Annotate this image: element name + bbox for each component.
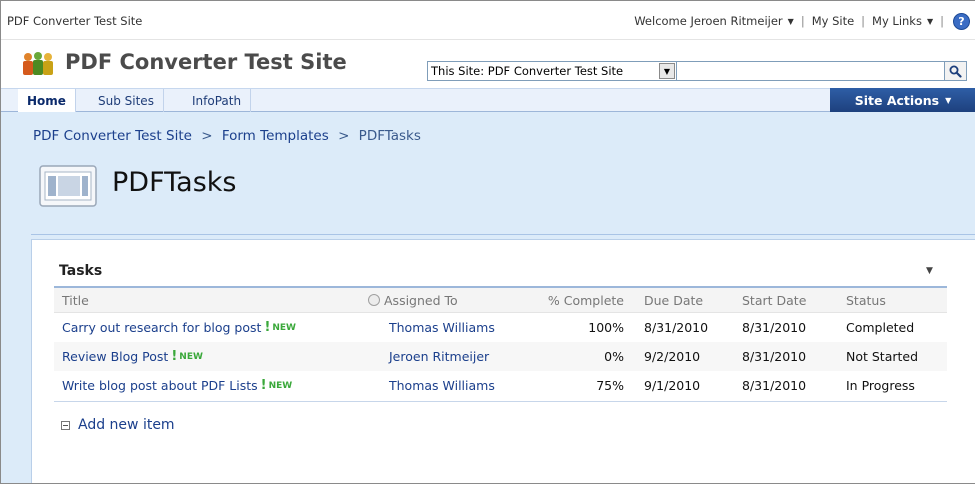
people-logo-icon [23,52,53,75]
tab-sub-sites[interactable]: Sub Sites [89,89,164,112]
breadcrumb: PDF Converter Test Site > Form Templates… [33,128,421,144]
separator: | [940,14,944,28]
site-title[interactable]: PDF Converter Test Site [65,50,347,74]
task-title-cell: Carry out research for blog post ! NEW [62,313,296,342]
percent-complete-cell: 100% [588,320,624,335]
search-scope-value: This Site: PDF Converter Test Site [431,64,624,78]
task-title-link[interactable]: Carry out research for blog post [62,320,261,335]
search-input[interactable] [677,61,945,81]
percent-complete-cell: 0% [604,349,624,364]
search-scope-select[interactable]: This Site: PDF Converter Test Site ▼ [427,61,677,81]
chevron-down-icon[interactable]: ▼ [659,63,675,79]
search-icon [949,65,962,78]
presence-icon [368,294,380,306]
my-site-link[interactable]: My Site [812,14,854,28]
welcome-label: Welcome Jeroen Ritmeijer [634,14,783,28]
webpart-menu-chevron-icon[interactable]: ▼ [926,266,933,276]
my-links-menu[interactable]: My Links ▼ [872,14,933,28]
status-cell: Not Started [846,349,919,364]
new-badge: NEW [179,351,203,362]
column-header-assigned-label: Assigned To [384,292,458,308]
new-badge: NEW [272,322,296,333]
status-cell: Completed [846,320,915,335]
search-button[interactable] [945,61,967,81]
chevron-down-icon: ▼ [787,16,794,26]
global-site-name[interactable]: PDF Converter Test Site [7,14,142,28]
my-links-label: My Links [872,14,922,28]
webpart-title[interactable]: Tasks [59,263,102,279]
title-row: PDF Converter Test Site This Site: PDF C… [1,41,975,88]
column-header-assigned-to[interactable]: Assigned To [368,288,458,312]
welcome-menu[interactable]: Welcome Jeroen Ritmeijer ▼ [634,14,794,28]
add-new-item-label: Add new item [78,417,175,433]
task-title-cell: Review Blog Post ! NEW [62,342,203,371]
breadcrumb-form-templates[interactable]: Form Templates [222,128,329,144]
breadcrumb-separator: > [201,128,213,144]
list-header-row: Title Assigned To % Complete Due Date St… [54,288,947,313]
tab-home[interactable]: Home [18,89,76,112]
start-date-cell: 8/31/2010 [742,320,807,335]
site-actions-label: Site Actions [854,93,940,108]
separator: | [861,14,866,28]
breadcrumb-current: PDFTasks [358,128,421,144]
global-bar: PDF Converter Test Site Welcome Jeroen R… [1,1,975,40]
task-title-link[interactable]: Write blog post about PDF Lists [62,378,258,393]
table-row: Review Blog Post ! NEW Jeroen Ritmeijer … [54,342,947,371]
task-title-link[interactable]: Review Blog Post [62,349,168,364]
separator: | [800,14,805,28]
page-frame: PDF Converter Test Site Welcome Jeroen R… [0,0,975,484]
chevron-down-icon: ▼ [945,96,952,105]
table-row: Carry out research for blog post ! NEW T… [54,313,947,342]
tasks-webpart: Tasks ▼ Title Assigned To % Complete Due… [31,239,975,483]
start-date-cell: 8/31/2010 [742,349,807,364]
assigned-to-link[interactable]: Thomas Williams [389,371,495,400]
new-exclamation-icon: ! [264,320,271,335]
add-item-icon [61,420,70,430]
main-content: PDF Converter Test Site > Form Templates… [1,112,975,483]
top-navigation: Home Sub Sites InfoPath Site Actions ▼ [1,88,975,113]
welcome-area: Welcome Jeroen Ritmeijer ▼ | My Site | M… [634,11,970,31]
add-new-item-link[interactable]: Add new item [61,417,175,433]
column-header-due-date[interactable]: Due Date [644,288,703,312]
column-header-start-date[interactable]: Start Date [742,288,806,312]
new-exclamation-icon: ! [260,378,267,393]
percent-complete-cell: 75% [596,378,624,393]
task-title-cell: Write blog post about PDF Lists ! NEW [62,371,292,400]
column-header-title[interactable]: Title [62,288,89,312]
page-title: PDFTasks [112,167,237,198]
due-date-cell: 9/1/2010 [644,378,701,393]
status-cell: In Progress [846,378,915,393]
table-row: Write blog post about PDF Lists ! NEW Th… [54,371,947,400]
start-date-cell: 8/31/2010 [742,378,807,393]
assigned-to-link[interactable]: Thomas Williams [389,313,495,342]
help-icon[interactable]: ? [953,12,970,30]
tasks-list: Title Assigned To % Complete Due Date St… [54,288,947,400]
breadcrumb-site[interactable]: PDF Converter Test Site [33,128,192,144]
due-date-cell: 8/31/2010 [644,320,709,335]
tab-infopath[interactable]: InfoPath [183,89,252,112]
due-date-cell: 9/2/2010 [644,349,701,364]
site-actions-menu[interactable]: Site Actions ▼ [830,88,975,113]
page-layout-icon [39,165,97,207]
assigned-to-link[interactable]: Jeroen Ritmeijer [389,342,489,371]
new-exclamation-icon: ! [171,349,178,364]
new-badge: NEW [268,380,293,391]
list-bottom-rule [54,401,947,402]
breadcrumb-separator: > [338,128,350,144]
divider [31,234,975,235]
column-header-percent-complete[interactable]: % Complete [524,288,624,312]
chevron-down-icon: ▼ [926,16,934,26]
column-header-status[interactable]: Status [846,288,886,312]
